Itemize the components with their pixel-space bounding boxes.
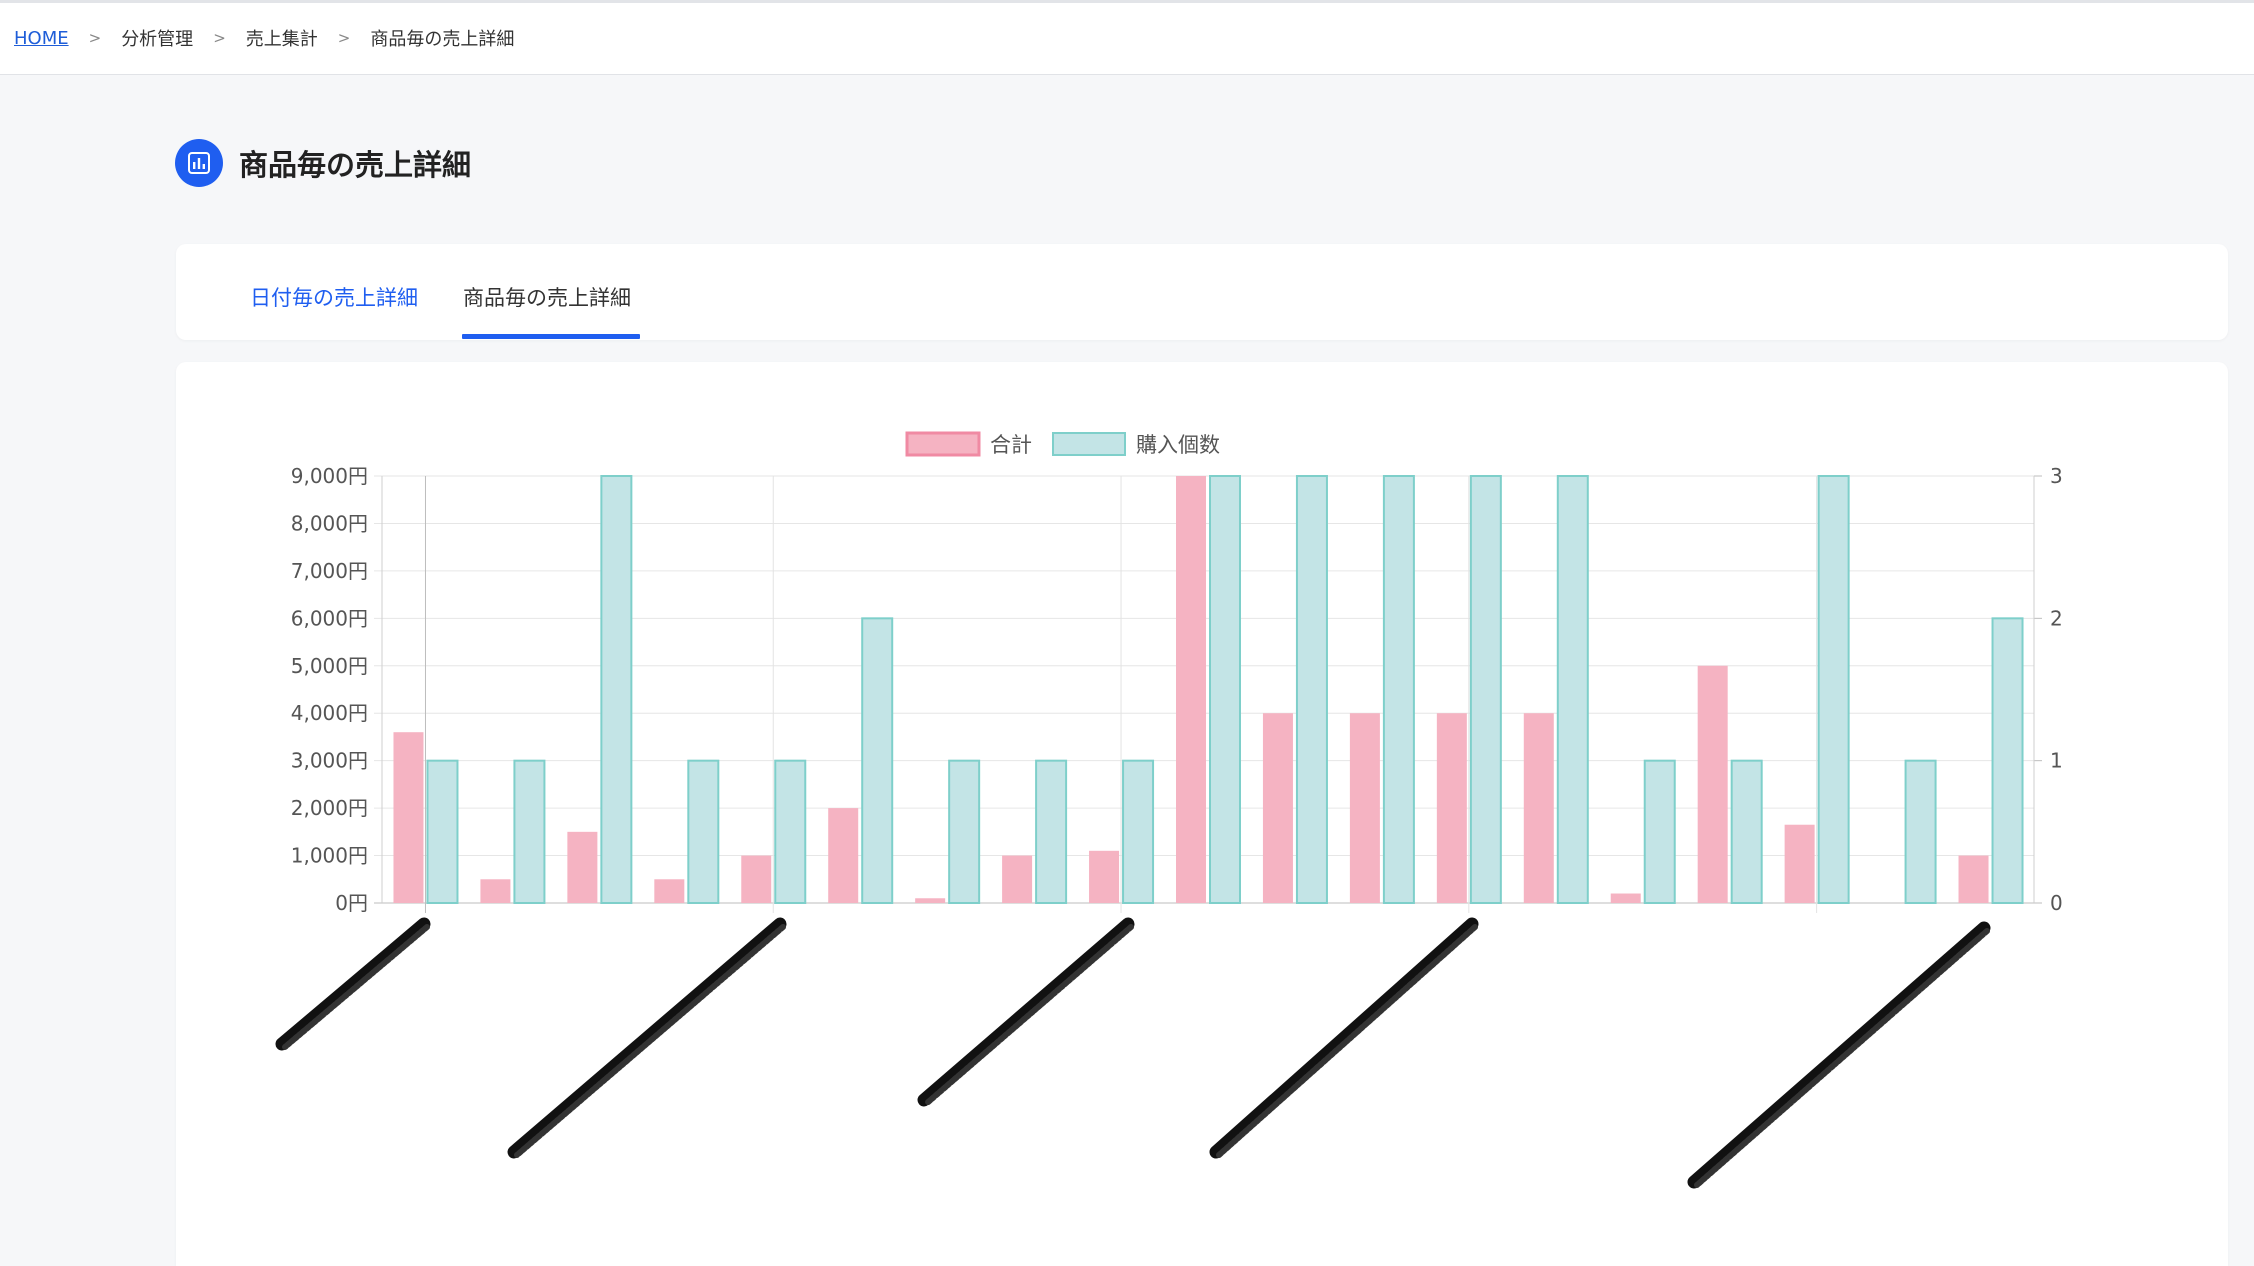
bar-count — [1382, 475, 1415, 904]
bar-sales — [1784, 824, 1815, 903]
bar-count — [948, 759, 981, 904]
active-tab-indicator — [462, 334, 640, 339]
tab-sales-by-date[interactable]: 日付毎の売上詳細 — [250, 282, 418, 312]
bar-count — [1730, 759, 1763, 904]
bar-count — [1817, 475, 1850, 904]
bar-sales — [1349, 713, 1380, 903]
bar-sales — [1523, 713, 1554, 903]
bar-count — [426, 759, 459, 904]
y-left-tick-label: 2,000円 — [291, 796, 368, 820]
legend-swatch-sales — [905, 431, 981, 457]
bar-count — [1991, 617, 2024, 904]
legend-swatch-count — [1052, 432, 1126, 456]
breadcrumb: HOME > 分析管理 > 売上集計 > 商品毎の売上詳細 — [14, 25, 514, 51]
redacted-x-label — [1687, 921, 1991, 1189]
breadcrumb-analysis[interactable]: 分析管理 — [121, 25, 193, 51]
redacted-x-label — [507, 917, 787, 1159]
redacted-x-label — [917, 917, 1135, 1107]
bar-sales — [1436, 713, 1467, 903]
tab-bar: 日付毎の売上詳細 商品毎の売上詳細 — [176, 244, 2228, 340]
breadcrumb-separator: > — [337, 29, 351, 47]
bar-chart-icon — [175, 139, 223, 187]
y-left-tick-label: 1,000円 — [291, 844, 368, 868]
bar-sales — [915, 898, 946, 903]
breadcrumb-home-link[interactable]: HOME — [14, 28, 69, 49]
y-left-tick-label: 3,000円 — [291, 749, 368, 773]
redacted-x-label-scribble — [1216, 924, 1478, 1158]
legend-label-count: 購入個数 — [1136, 433, 1220, 457]
bar-sales — [1002, 855, 1033, 903]
y-right-tick-label: 1 — [2050, 749, 2063, 773]
bar-sales — [567, 831, 598, 903]
y-left-tick-label: 5,000円 — [291, 654, 368, 678]
top-bar: HOME > 分析管理 > 売上集計 > 商品毎の売上詳細 — [0, 0, 2254, 75]
redacted-x-label-scribble — [1694, 928, 1990, 1188]
redacted-x-label-scribble — [514, 924, 786, 1158]
y-left-tick-label: 6,000円 — [291, 606, 368, 630]
y-right-tick-label: 2 — [2050, 606, 2063, 630]
redacted-x-label — [1209, 917, 1479, 1159]
bar-count — [1122, 759, 1155, 904]
bar-sales — [1610, 893, 1641, 903]
bar-sales — [1176, 476, 1206, 903]
bar-count — [1469, 475, 1502, 904]
bar-count — [1556, 475, 1589, 904]
bar-count — [1209, 475, 1241, 904]
bar-sales — [654, 879, 685, 903]
y-right-tick-label: 0 — [2050, 891, 2063, 915]
breadcrumb-separator: > — [88, 29, 102, 47]
bar-count — [1643, 759, 1676, 904]
breadcrumb-separator: > — [213, 29, 226, 47]
bar-count — [1904, 759, 1937, 904]
bar-sales — [480, 879, 511, 903]
y-left-tick-label: 4,000円 — [291, 701, 368, 725]
page-title-text: 商品毎の売上詳細 — [239, 148, 472, 182]
redacted-x-label-scribble — [282, 924, 430, 1050]
y-right-tick-label: 3 — [2050, 464, 2063, 488]
bar-count — [513, 759, 546, 904]
bar-sales — [828, 808, 859, 903]
y-left-tick-label: 9,000円 — [291, 464, 368, 488]
bar-sales — [393, 732, 424, 903]
bar-count — [1035, 759, 1068, 904]
sales-chart: 0円 1,000円 2,000円 3,000円 4,000円 5,000円 6,000円 7,… — [275, 431, 2063, 1189]
bar-sales — [741, 855, 772, 903]
bar-count — [600, 475, 633, 904]
bar-count — [1295, 475, 1328, 904]
redacted-x-label — [275, 917, 431, 1051]
bar-count — [774, 759, 807, 904]
bar-sales — [1089, 850, 1120, 903]
legend-label-sales: 合計 — [990, 433, 1032, 457]
page-title: 商品毎の売上詳細 — [175, 139, 471, 187]
y-left-tick-label: 8,000円 — [291, 511, 368, 535]
bar-sales — [1262, 713, 1293, 903]
tab-sales-by-product[interactable]: 商品毎の売上詳細 — [463, 282, 631, 312]
y-left-tick-label: 7,000円 — [291, 559, 368, 583]
y-left-tick-label: 0円 — [335, 891, 368, 915]
bar-count — [861, 617, 894, 904]
breadcrumb-sales-summary[interactable]: 売上集計 — [246, 25, 318, 51]
chart-panel: 0円 1,000円 2,000円 3,000円 4,000円 5,000円 6,000円 7,… — [176, 362, 2228, 1266]
breadcrumb-current: 商品毎の売上詳細 — [370, 29, 515, 50]
redacted-x-label-scribble — [924, 924, 1134, 1106]
bar-sales — [1697, 665, 1728, 903]
bar-sales — [1958, 855, 1989, 903]
bar-count — [687, 759, 720, 904]
